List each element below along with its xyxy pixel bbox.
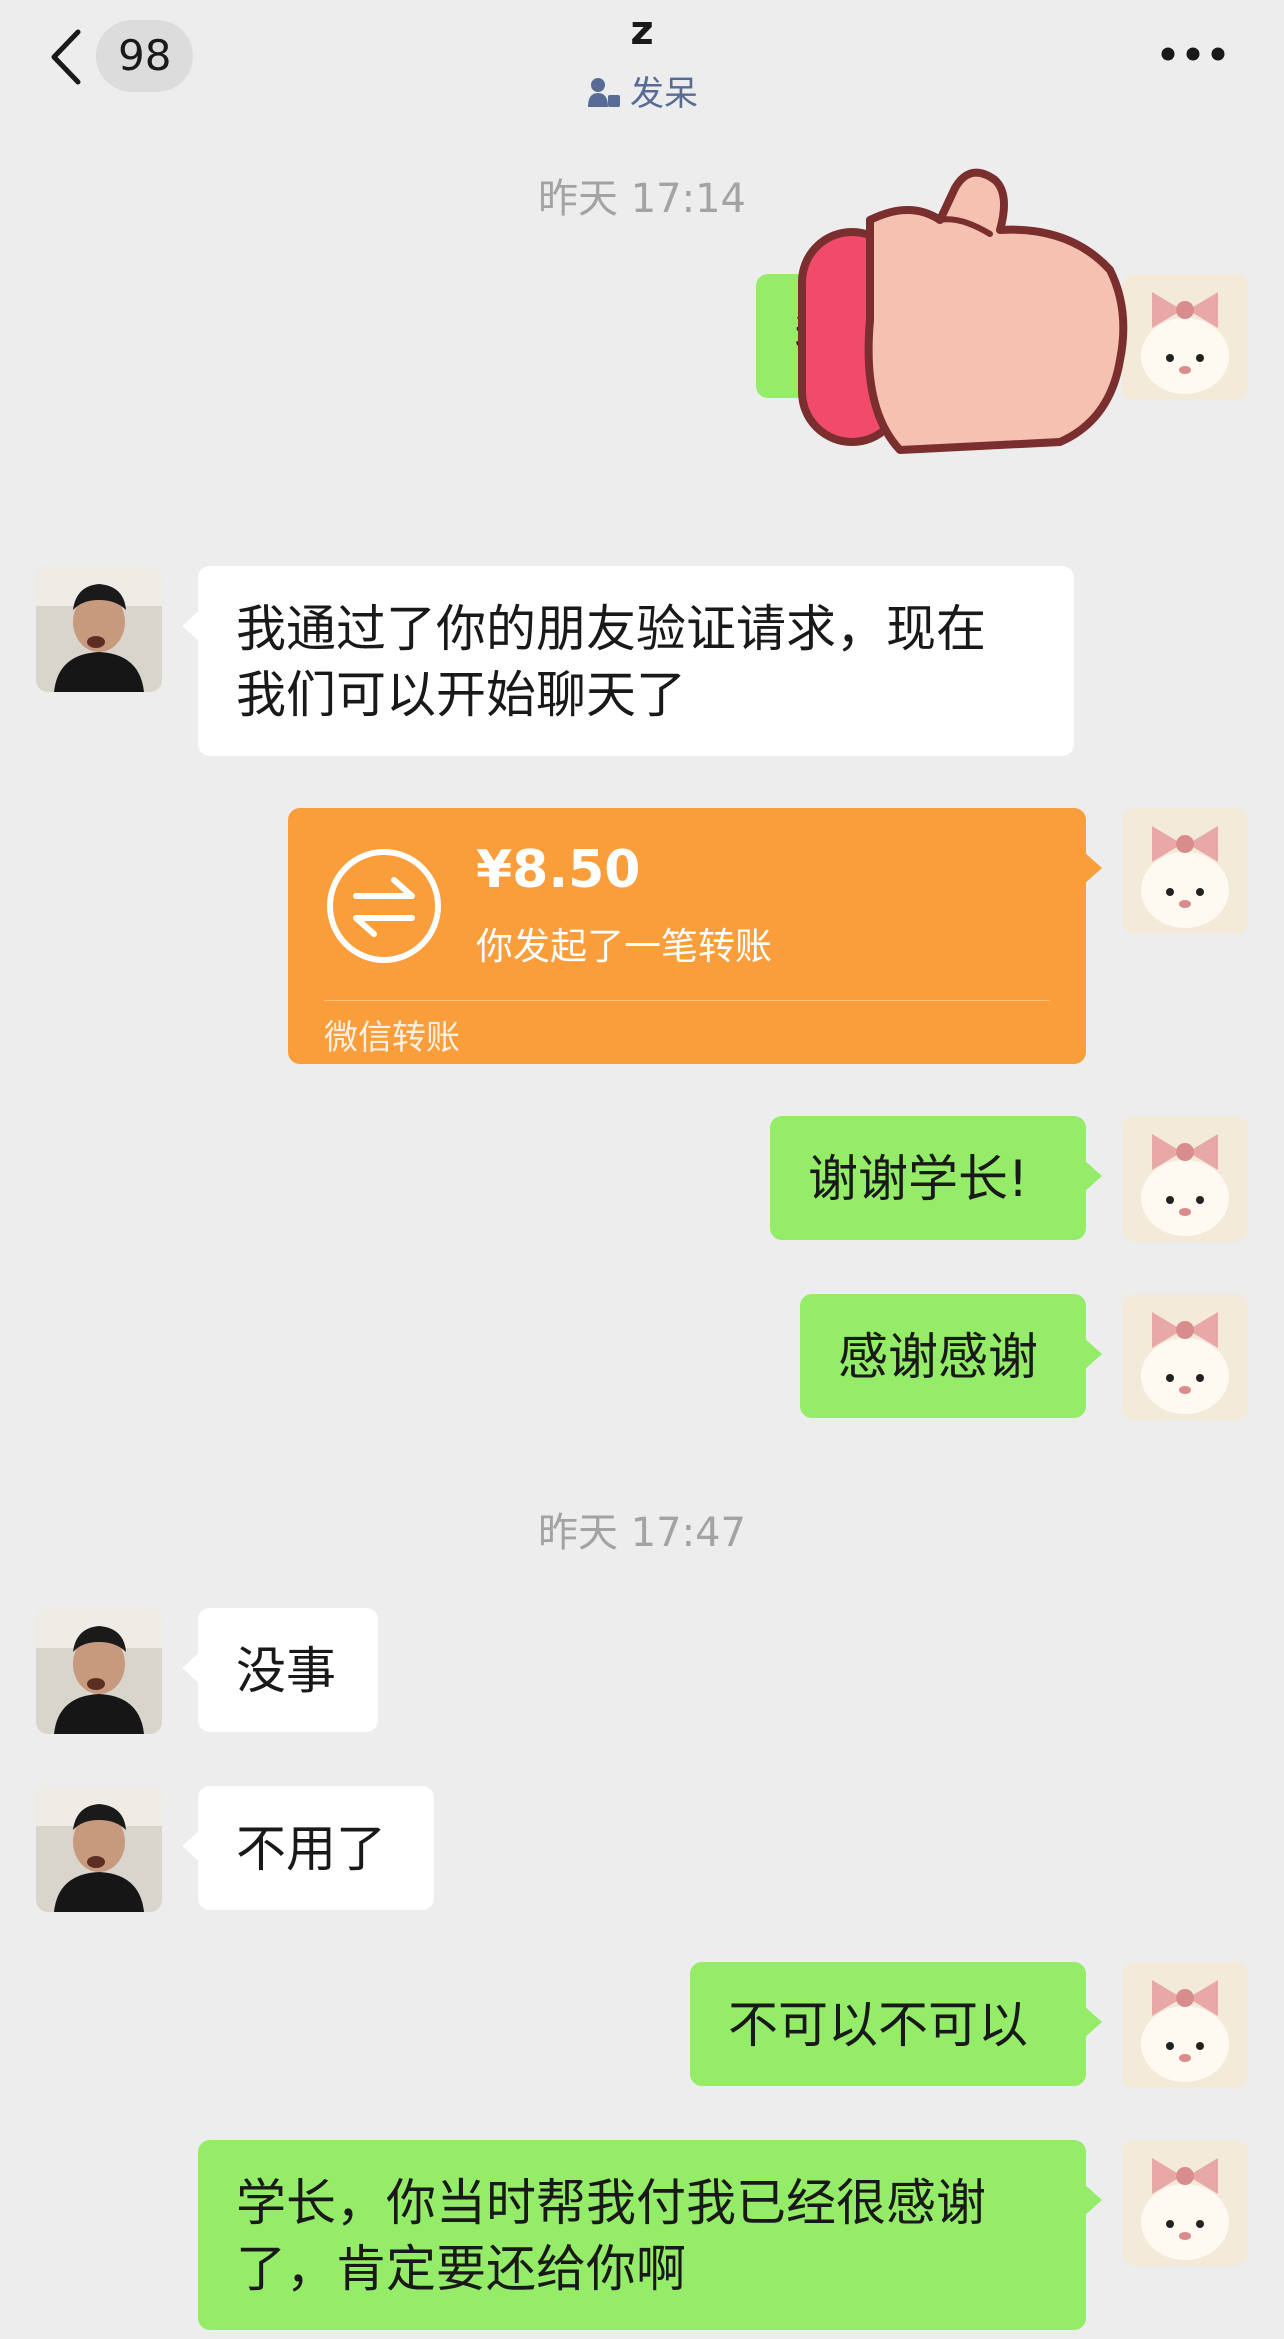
contact-avatar[interactable]	[36, 1608, 162, 1734]
contact-avatar[interactable]	[36, 1786, 162, 1912]
message-bubble-outgoing[interactable]: 学长，你当时帮我付我已经很感谢 了，肯定要还给你啊	[198, 2140, 1102, 2330]
contact-photo-icon	[36, 1786, 162, 1912]
message-bubble-incoming[interactable]: 我通过了你的朋友验证请求，现在 我们可以开始聊天了	[182, 566, 1074, 756]
more-options-button[interactable]	[1158, 36, 1228, 72]
person-status-icon	[588, 78, 620, 107]
more-dots-icon	[1161, 47, 1225, 61]
transfer-amount: ¥8.50	[476, 840, 641, 900]
transfer-arrows-icon	[327, 849, 441, 963]
transfer-description: 你发起了一笔转账	[476, 925, 772, 968]
bunny-avatar-icon	[1122, 1294, 1248, 1420]
bunny-avatar-icon	[1122, 1962, 1248, 2088]
thumbs-up-reaction-icon	[798, 168, 1128, 454]
my-avatar[interactable]	[1122, 808, 1248, 934]
message-text-line: 我通过了你的朋友验证请求，现在	[236, 600, 986, 658]
transfer-footer: 微信转账	[324, 1018, 460, 1058]
message-bubble-outgoing[interactable]: 不可以不可以	[690, 1962, 1102, 2086]
message-bubble-outgoing[interactable]: 感谢感谢	[800, 1294, 1102, 1418]
chat-status: 发呆	[0, 66, 1284, 115]
bunny-avatar-icon	[1122, 1116, 1248, 1242]
chat-header: 98 z 发呆	[0, 0, 1284, 120]
message-text-line: 学长，你当时帮我付我已经很感谢	[236, 2174, 986, 2232]
my-avatar[interactable]	[1122, 2140, 1248, 2266]
contact-photo-icon	[36, 566, 162, 692]
transfer-card[interactable]: ¥8.50 你发起了一笔转账 微信转账	[288, 808, 1102, 1064]
contact-avatar[interactable]	[36, 566, 162, 692]
message-text-line: 了，肯定要还给你啊	[236, 2240, 686, 2298]
timestamp: 昨天 17:47	[538, 1510, 746, 1556]
bunny-avatar-icon	[1122, 2140, 1248, 2266]
my-avatar[interactable]	[1122, 1962, 1248, 2088]
chat-status-text: 发呆	[630, 74, 698, 114]
message-bubble-outgoing[interactable]: 谢谢学长!	[770, 1116, 1102, 1240]
my-avatar[interactable]	[1122, 1294, 1248, 1420]
contact-photo-icon	[36, 1608, 162, 1734]
chat-title[interactable]: z	[0, 8, 1284, 54]
message-bubble-incoming[interactable]: 没事	[182, 1608, 378, 1732]
message-bubble-incoming[interactable]: 不用了	[182, 1786, 434, 1910]
bunny-avatar-icon	[1122, 808, 1248, 934]
transfer-divider	[324, 1000, 1050, 1001]
message-text-line: 我们可以开始聊天了	[236, 666, 686, 724]
my-avatar[interactable]	[1122, 1116, 1248, 1242]
